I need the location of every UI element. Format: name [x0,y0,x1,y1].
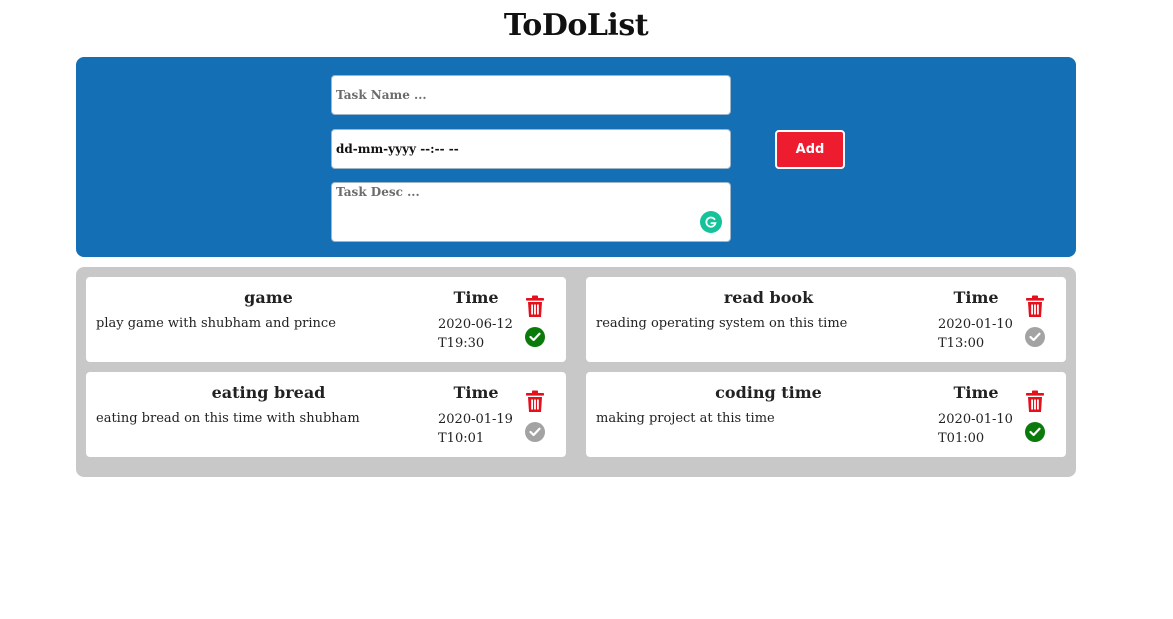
task-name-input[interactable]: Task Name ... [331,75,731,115]
task-datetime-value: dd-mm-yyyy --:-- -- [336,142,459,156]
task-name-placeholder: Task Name ... [336,88,427,102]
task-description: eating bread on this time with shubham [96,411,360,426]
add-button[interactable]: Add [775,130,845,169]
check-circle-icon[interactable] [525,422,545,442]
check-circle-icon[interactable] [1025,327,1045,347]
task-list: game play game with shubham and prince T… [76,267,1076,477]
task-desc-placeholder: Task Desc ... [336,185,420,199]
time-label: Time [953,288,999,307]
task-card: coding time making project at this time … [586,372,1066,457]
trash-icon[interactable] [525,295,545,318]
trash-icon[interactable] [525,390,545,413]
time-label: Time [953,383,999,402]
check-circle-icon[interactable] [525,327,545,347]
task-card: game play game with shubham and prince T… [86,277,566,362]
task-description: reading operating system on this time [596,316,848,331]
task-card: eating bread eating bread on this time w… [86,372,566,457]
trash-icon[interactable] [1025,390,1045,413]
task-time: 2020-01-10T01:00 [938,412,1013,446]
time-label: Time [453,288,499,307]
task-time: 2020-01-19T10:01 [438,412,513,446]
task-datetime-input[interactable]: dd-mm-yyyy --:-- -- [331,129,731,169]
task-time: 2020-01-10T13:00 [938,317,1013,351]
task-card: read book reading operating system on th… [586,277,1066,362]
task-description: making project at this time [596,411,775,426]
time-label: Time [453,383,499,402]
task-description: play game with shubham and prince [96,316,336,331]
task-time: 2020-06-12T19:30 [438,317,513,351]
page-title: ToDoList [503,8,649,43]
task-title: coding time [715,383,822,402]
task-desc-textarea[interactable]: Task Desc ... [331,182,731,242]
add-task-form: Task Name ... dd-mm-yyyy --:-- -- Task D… [76,57,1076,257]
grammarly-icon[interactable] [700,211,722,233]
trash-icon[interactable] [1025,295,1045,318]
task-title: read book [723,288,814,307]
task-title: game [244,288,293,307]
check-circle-icon[interactable] [1025,422,1045,442]
task-title: eating bread [211,383,326,402]
